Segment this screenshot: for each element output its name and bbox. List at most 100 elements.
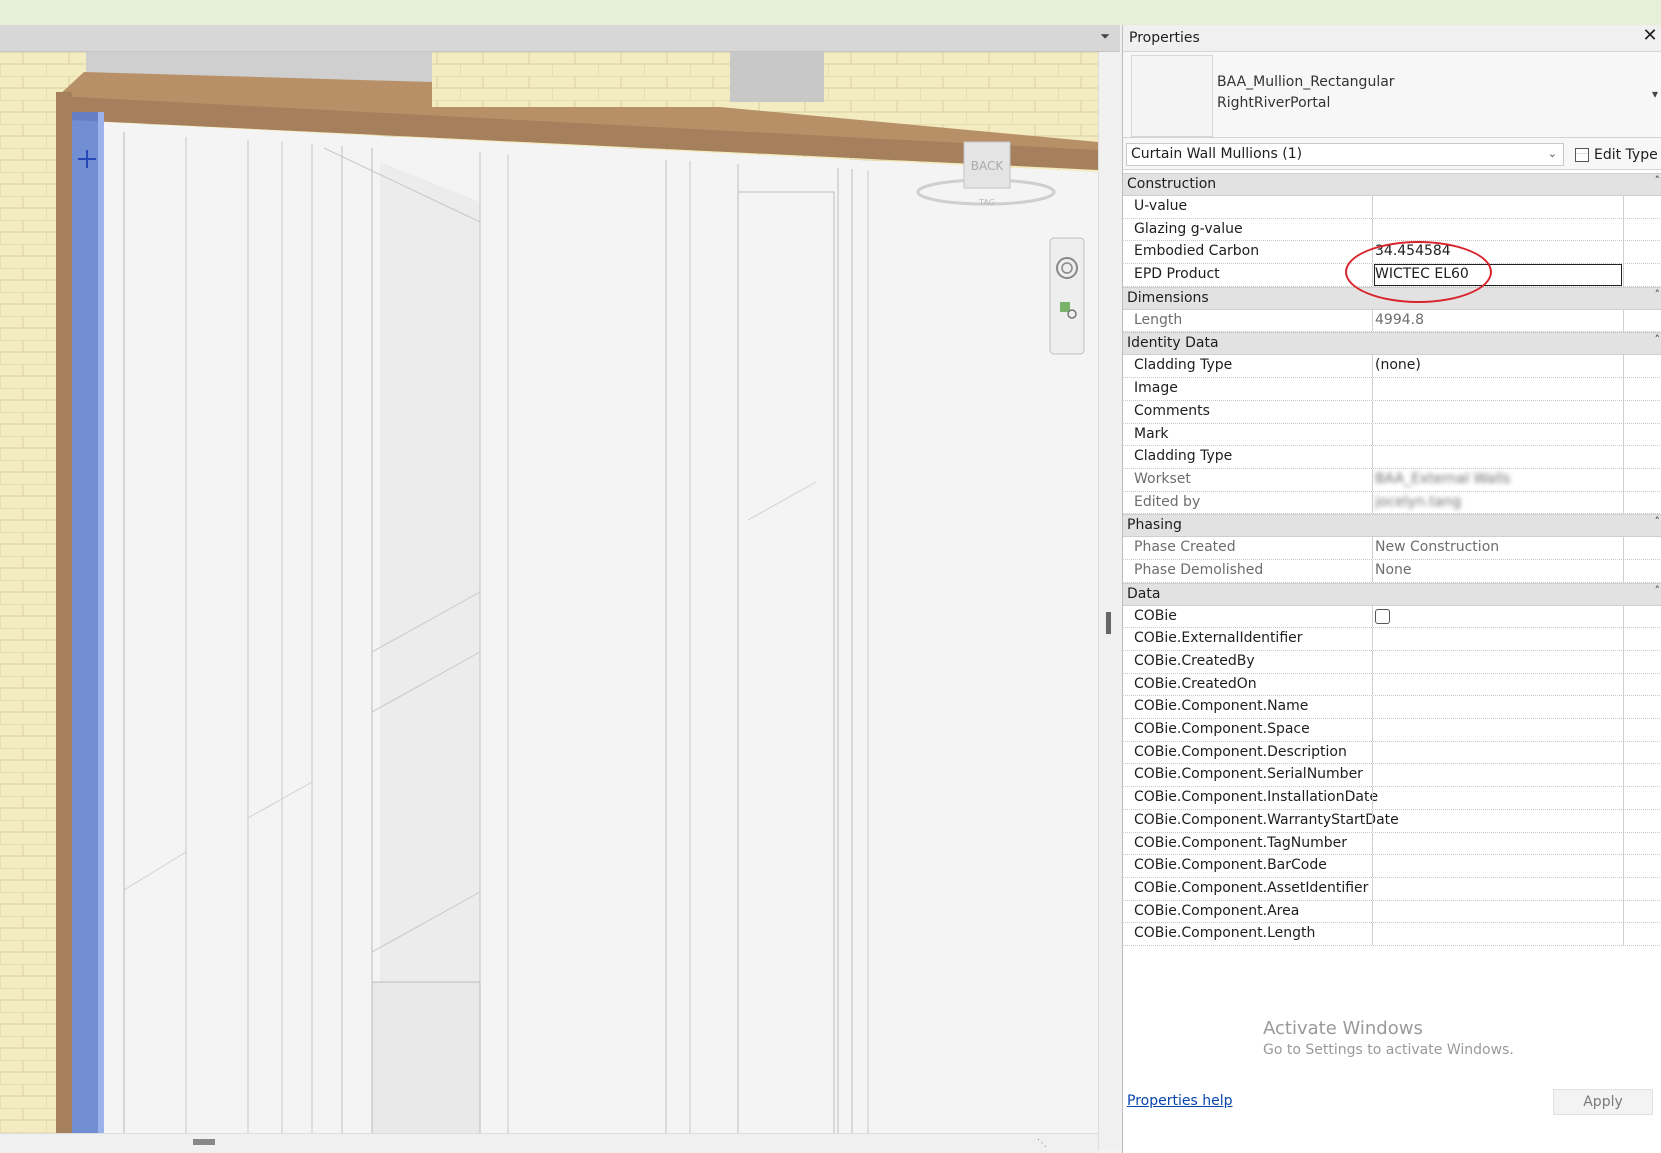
section-header-data[interactable]: Data ˄	[1123, 582, 1661, 606]
property-row: Phase Created New Construction	[1123, 537, 1661, 560]
column-divider	[1623, 696, 1624, 719]
property-name: Workset	[1134, 470, 1191, 487]
column-divider	[1372, 218, 1373, 241]
column-divider	[1372, 355, 1373, 378]
section-header-construction[interactable]: Construction ˄	[1123, 173, 1661, 196]
section-label: Phasing	[1127, 517, 1182, 534]
scroll-thumb[interactable]	[1106, 612, 1111, 634]
instance-filter-label: Curtain Wall Mullions (1)	[1131, 146, 1303, 162]
cobie-checkbox[interactable]	[1375, 608, 1390, 624]
property-value[interactable]: (none)	[1375, 357, 1625, 373]
property-value: BAA_External Walls	[1375, 470, 1511, 487]
properties-header: Properties ✕	[1123, 25, 1661, 52]
property-row[interactable]: COBie.Component.SerialNumber	[1123, 764, 1661, 788]
edit-type-button[interactable]: Edit Type	[1571, 143, 1658, 166]
property-name: Glazing g-value	[1134, 220, 1243, 237]
property-row[interactable]: Image	[1123, 378, 1661, 401]
column-divider	[1372, 651, 1373, 673]
viewport-vertical-scrollbar[interactable]	[1098, 52, 1120, 1150]
column-divider	[1372, 196, 1373, 218]
section-header-identity-data[interactable]: Identity Data ˄	[1123, 332, 1661, 356]
property-row[interactable]: COBie.Component.Length	[1123, 923, 1661, 946]
model-viewport[interactable]: ⏷ BACK TAG	[0, 25, 1120, 1153]
column-divider	[1372, 923, 1373, 945]
collapse-icon[interactable]: ˄	[1655, 174, 1661, 187]
type-selector[interactable]: BAA_Mullion_Rectangular RightRiverPortal…	[1123, 52, 1661, 138]
property-name: COBie.Component.Area	[1134, 902, 1300, 919]
property-row[interactable]: COBie.Component.Area	[1123, 900, 1661, 924]
property-row[interactable]: COBie.Component.TagNumber	[1123, 832, 1661, 856]
viewport-tab-strip: ⏷	[0, 25, 1120, 52]
scroll-thumb[interactable]	[193, 1139, 215, 1145]
selected-mullion[interactable]	[72, 112, 102, 1150]
collapse-icon[interactable]: ˄	[1655, 515, 1661, 528]
property-row[interactable]: COBie.Component.Space	[1123, 719, 1661, 742]
property-row[interactable]: Comments	[1123, 400, 1661, 424]
annotation-circle	[1345, 241, 1492, 303]
collapse-icon[interactable]: ˄	[1655, 288, 1661, 301]
apply-button[interactable]: Apply	[1553, 1089, 1653, 1115]
resize-grip-icon[interactable]: ⋱	[1037, 1138, 1049, 1150]
column-divider	[1372, 309, 1373, 332]
property-row[interactable]: COBie.Component.BarCode	[1123, 855, 1661, 878]
svg-text:BACK: BACK	[971, 159, 1005, 173]
properties-help-link[interactable]: Properties help	[1127, 1093, 1232, 1109]
property-row[interactable]: COBie.CreatedBy	[1123, 651, 1661, 674]
property-row[interactable]: COBie	[1123, 605, 1661, 629]
column-divider	[1623, 855, 1624, 877]
navigation-bar[interactable]	[1049, 237, 1085, 355]
property-row[interactable]: U-value	[1123, 196, 1661, 219]
property-name: Mark	[1134, 425, 1169, 442]
property-row: Length 4994.8	[1123, 309, 1661, 333]
door-face	[100, 122, 1098, 1150]
column-divider	[1372, 787, 1373, 809]
column-divider	[1623, 923, 1624, 945]
property-name: Cladding Type	[1134, 448, 1233, 465]
ribbon-strip	[0, 0, 1661, 25]
column-divider	[1372, 809, 1373, 832]
property-name: COBie.Component.Description	[1134, 743, 1347, 760]
column-divider	[1372, 400, 1373, 423]
property-row[interactable]: Cladding Type (none)	[1123, 355, 1661, 379]
property-name: COBie.ExternalIdentifier	[1134, 630, 1303, 647]
activation-watermark-title: Activate Windows	[1263, 1018, 1423, 1039]
properties-title: Properties	[1129, 30, 1200, 46]
section-header-phasing[interactable]: Phasing ˄	[1123, 514, 1661, 538]
column-divider	[1372, 468, 1373, 491]
property-row[interactable]: COBie.Component.WarrantyStartDate	[1123, 809, 1661, 833]
property-name: COBie.CreatedOn	[1134, 675, 1257, 692]
instance-filter-dropdown[interactable]: Curtain Wall Mullions (1) ⌄	[1126, 143, 1564, 166]
property-name: COBie.Component.InstallationDate	[1134, 789, 1379, 806]
property-name: COBie	[1134, 607, 1177, 624]
type-dropdown-icon[interactable]: ▾	[1652, 87, 1658, 101]
property-row[interactable]: COBie.ExternalIdentifier	[1123, 628, 1661, 651]
property-row[interactable]: COBie.Component.Name	[1123, 696, 1661, 720]
collapse-icon[interactable]: ˄	[1655, 333, 1661, 346]
property-name: COBie.Component.WarrantyStartDate	[1134, 811, 1399, 828]
column-divider	[1372, 900, 1373, 923]
close-icon[interactable]: ✕	[1640, 27, 1660, 47]
property-name: Comments	[1134, 402, 1210, 419]
property-name: COBie.Component.Space	[1134, 721, 1310, 738]
3d-scene[interactable]: BACK TAG	[0, 52, 1098, 1150]
selected-mullion-edge	[98, 112, 104, 1150]
collapse-icon[interactable]: ˄	[1655, 584, 1661, 597]
viewport-menu-icon[interactable]: ⏷	[1100, 29, 1110, 44]
glazing-panel	[371, 981, 481, 1150]
chevron-down-icon: ⌄	[1547, 147, 1557, 160]
activation-watermark-subtitle: Go to Settings to activate Windows.	[1263, 1042, 1514, 1058]
property-value: New Construction	[1375, 539, 1500, 556]
viewport-horizontal-scrollbar[interactable]	[0, 1133, 1098, 1153]
property-row[interactable]: COBie.Component.InstallationDate	[1123, 787, 1661, 810]
property-row[interactable]: Cladding Type	[1123, 446, 1661, 469]
column-divider	[1372, 423, 1373, 446]
property-row[interactable]: Glazing g-value	[1123, 218, 1661, 242]
section-label: Data	[1127, 585, 1161, 602]
type-preview-thumbnail	[1131, 55, 1213, 137]
property-name: COBie.CreatedBy	[1134, 653, 1255, 669]
column-divider	[1372, 378, 1373, 400]
property-row[interactable]: Mark	[1123, 423, 1661, 447]
property-row[interactable]: COBie.CreatedOn	[1123, 673, 1661, 697]
property-row[interactable]: COBie.Component.Description	[1123, 741, 1661, 765]
property-row[interactable]: COBie.Component.AssetIdentifier	[1123, 877, 1661, 901]
